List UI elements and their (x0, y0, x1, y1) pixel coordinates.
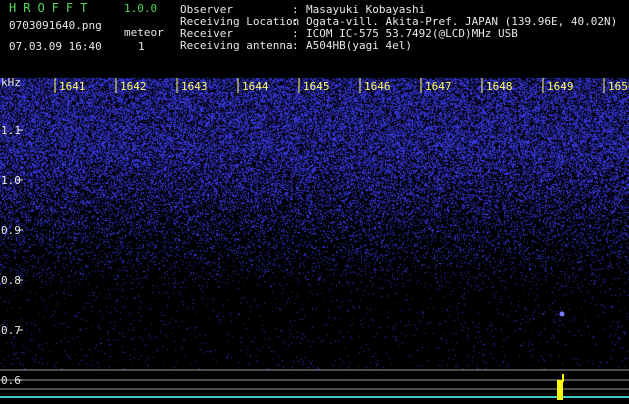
time-tick-label: 1644 (242, 80, 269, 93)
y-tick-label: 0.7 (1, 324, 21, 337)
noise-image (0, 0, 629, 400)
info-antenna: Receiving antenna: A504HB(yagi 4el) (180, 40, 412, 52)
y-tick-label: 1.0 (1, 174, 21, 187)
noise-field (0, 0, 629, 400)
meteor-signal-burst (557, 380, 563, 400)
info-label: Receiving antenna (180, 39, 293, 52)
time-tick-label: 1649 (547, 80, 574, 93)
time-tick-label: 1648 (486, 80, 513, 93)
time-tick-label: 1650 (608, 80, 629, 93)
y-tick-label: 0.8 (1, 274, 21, 287)
app-title: HROFFT (9, 1, 95, 15)
y-tick-label: 0.9 (1, 224, 21, 237)
file-name: 0703091640.png (9, 19, 102, 32)
meteor-label: meteor (124, 26, 164, 39)
app-version: 1.0.0 (124, 2, 158, 15)
info-separator: : (292, 39, 299, 52)
time-tick-label: 1646 (364, 80, 391, 93)
time-tick-label: 1647 (425, 80, 452, 93)
time-tick-label: 1643 (181, 80, 208, 93)
y-tick-label: 1.1 (1, 124, 21, 137)
spectrogram: kHz 1.1 1.0 0.9 0.8 0.7 0.6 1641 1642 1643 1644 16… (0, 0, 629, 400)
info-value: A504HB(yagi 4el) (306, 39, 412, 52)
meteor-signal-peak (562, 374, 564, 382)
meteor-fragment (542, 313, 544, 315)
y-unit-label: kHz (1, 76, 21, 89)
meteor-head-echo (559, 311, 565, 317)
meteor-count: 1 (138, 40, 145, 53)
date-time: 07.03.09 16:40 (9, 40, 102, 53)
time-tick-label: 1641 (59, 80, 86, 93)
y-tick-label: 0.6 (1, 374, 21, 387)
time-tick-label: 1645 (303, 80, 330, 93)
time-tick-label: 1642 (120, 80, 147, 93)
